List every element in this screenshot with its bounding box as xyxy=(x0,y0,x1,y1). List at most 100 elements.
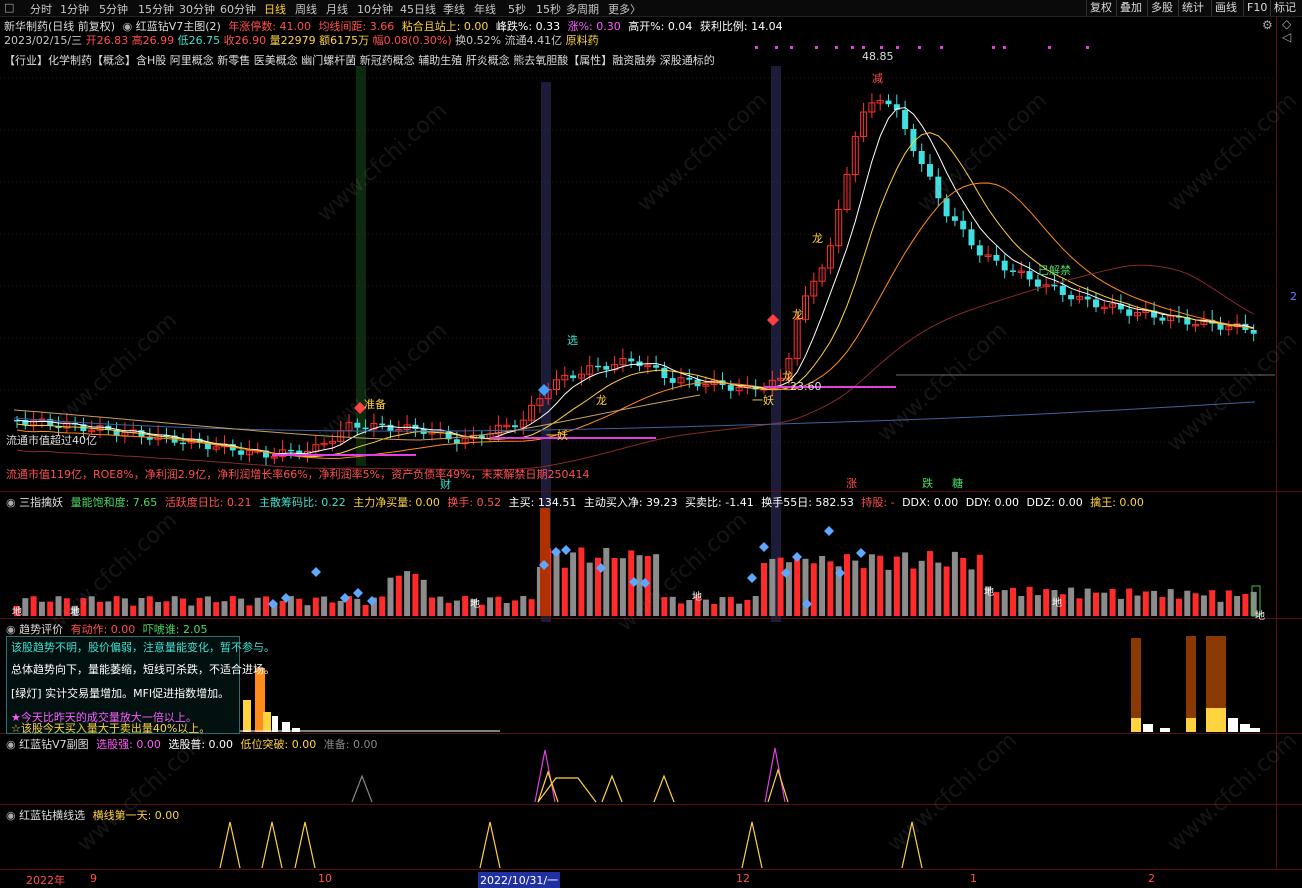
volume-bar xyxy=(213,602,220,616)
volume-bar xyxy=(121,598,128,616)
volume-bar xyxy=(885,569,892,616)
volume-diamond-icon xyxy=(824,526,834,536)
candle-down xyxy=(570,375,577,379)
x-axis-label: 2022年 xyxy=(26,874,65,887)
volume-bar xyxy=(146,596,153,616)
prepare-signal: 准备 xyxy=(364,398,386,411)
candle-down xyxy=(595,365,601,368)
volume-bar xyxy=(263,596,269,616)
rise-marker: 涨 xyxy=(846,477,857,490)
volume-bar xyxy=(794,559,801,616)
volume-bar xyxy=(321,596,328,616)
sub1-indicator-name[interactable]: 红蓝钻V7副图 xyxy=(19,738,89,751)
volume-bar xyxy=(188,605,195,616)
candle-down xyxy=(1051,284,1058,287)
sub1-peak xyxy=(764,747,786,803)
sub2-indicator-name[interactable]: 红蓝钻横线选 xyxy=(19,809,85,822)
ma-line-20 xyxy=(16,182,1254,460)
x-axis-cursor-date: 2022/10/31/一 xyxy=(478,872,561,888)
volume-bar xyxy=(412,573,419,616)
volume-bar xyxy=(155,602,162,616)
volume-bar xyxy=(520,596,527,616)
volume-bar xyxy=(1134,595,1141,616)
volume-bar xyxy=(445,602,452,616)
volume-diamond-icon xyxy=(353,588,363,598)
peak-price-label: 48.85 xyxy=(862,50,894,63)
volume-diamond-icon xyxy=(561,545,571,555)
candle-down xyxy=(1059,285,1066,295)
volume-bar xyxy=(362,604,369,616)
pane-gear-icon[interactable]: ◉ xyxy=(6,623,16,636)
volume-bar xyxy=(420,579,427,616)
volume-bar xyxy=(810,563,817,616)
trend-line: 总体趋势向下，量能萎缩，短线可杀跌，不适合进场。 xyxy=(11,663,275,676)
volume-bar xyxy=(1101,592,1108,616)
sub1-peak xyxy=(351,774,373,803)
sub1-peak xyxy=(767,767,789,803)
ma-line-10 xyxy=(16,132,1254,458)
volume-bar xyxy=(528,599,535,616)
candle-down xyxy=(1217,323,1224,330)
volume-bar xyxy=(171,596,178,616)
pane-gear-icon[interactable]: ◉ xyxy=(6,738,16,751)
volume-diamond-icon xyxy=(747,573,757,583)
candle-down xyxy=(1126,309,1133,316)
volume-bar xyxy=(769,558,776,616)
ma-line-long xyxy=(13,401,1256,432)
volume-bar xyxy=(30,596,37,616)
low-price-label: 23.60 xyxy=(790,380,822,393)
volume-bar xyxy=(1109,588,1116,616)
candle-down xyxy=(387,424,394,432)
candle-down xyxy=(968,229,975,246)
candle-down xyxy=(1250,330,1257,334)
volume-bar xyxy=(387,577,394,616)
signal-dot xyxy=(862,46,865,49)
vol-stat: DDX: 0.00 xyxy=(902,496,959,509)
signal-dot xyxy=(896,46,899,49)
volume-bar xyxy=(312,597,319,616)
pane-gear-icon[interactable]: ◉ xyxy=(6,809,16,822)
volume-bar xyxy=(777,557,784,616)
trend-bar xyxy=(1143,724,1153,732)
trend-pane-header: ◉ 趋势评价 有动作: 0.00 吓唬谁: 2.05 xyxy=(6,621,208,637)
trend-bar xyxy=(263,712,271,732)
volume-bar xyxy=(1217,601,1224,616)
volume-bar xyxy=(976,554,983,616)
candle-down xyxy=(885,100,892,105)
volume-bar xyxy=(1176,598,1182,616)
volume-bar xyxy=(868,554,875,616)
candle-down xyxy=(686,377,693,380)
volume-bar xyxy=(512,600,518,616)
trend-bar xyxy=(243,700,251,732)
signal-dot xyxy=(880,46,883,49)
di-marker: 地 xyxy=(70,607,80,618)
volume-bar xyxy=(1242,593,1249,616)
pane-gear-icon[interactable]: ◉ xyxy=(6,496,16,509)
volume-bar xyxy=(960,557,967,616)
candle-down xyxy=(1068,294,1075,300)
volume-bar xyxy=(437,596,444,616)
vol-stat: 换手: 0.52 xyxy=(447,496,502,509)
dragon-signal: 龙 xyxy=(812,232,823,245)
volume-bar xyxy=(1126,588,1133,616)
volume-bar xyxy=(1151,590,1158,616)
candle-down xyxy=(1001,260,1008,271)
dragon-signal: 龙 xyxy=(792,308,803,321)
x-axis-label: 9 xyxy=(90,872,97,885)
sub1-stat: 选股强: 0.00 xyxy=(96,738,161,751)
volume-bar xyxy=(1076,598,1083,616)
volume-indicator-name[interactable]: 三指擒妖 xyxy=(19,496,63,509)
yao-signal: 一妖 xyxy=(546,429,568,442)
trend-evaluation-box: 该股趋势不明，股价偏弱，注意量能变化，暂不参与。 总体趋势向下，量能萎缩，短线可… xyxy=(6,636,275,735)
signal-dot xyxy=(775,46,778,49)
trend-indicator-name[interactable]: 趋势评价 xyxy=(19,623,63,636)
volume-bar xyxy=(943,566,950,616)
sub2-stat: 横线第一天: 0.00 xyxy=(92,809,180,822)
candle-down xyxy=(628,358,635,362)
volume-bar xyxy=(38,601,45,616)
volume-diamond-icon xyxy=(856,548,866,558)
volume-bar xyxy=(1117,598,1124,616)
candle-down xyxy=(512,425,518,428)
candle-down xyxy=(727,385,734,391)
volume-bar xyxy=(296,598,303,616)
